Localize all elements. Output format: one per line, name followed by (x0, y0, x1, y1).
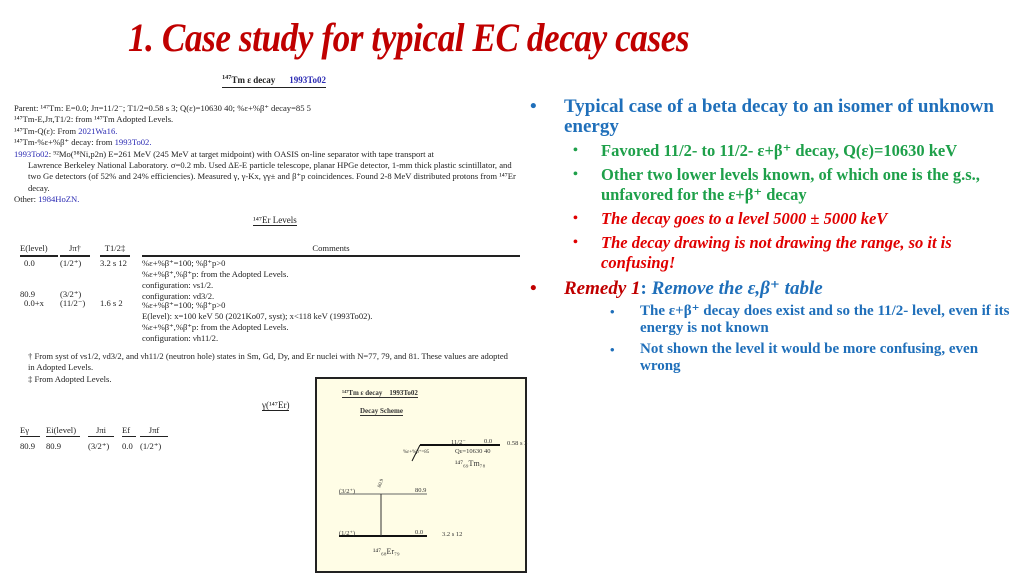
gamma-jpi-f: (1/2⁺) (140, 441, 162, 451)
bullet-text: Favored 11/2- to 11/2- ε+β⁺ decay, Q(ε)=… (601, 141, 958, 160)
bullet-text: Typical case of a beta decay to an isome… (564, 96, 994, 137)
bullet-text: The decay goes to a level 5000 ± 5000 ke… (601, 209, 888, 228)
level-thalf: 1.6 s 2 (100, 298, 123, 308)
remedy-label: Remedy 1 (564, 278, 641, 299)
gamma-jpi-i: (3/2⁺) (88, 441, 110, 451)
level-comment: %ε+%β⁺,%β⁺p: from the Adopted Levels. (142, 269, 289, 279)
bullet-text: The ε+β⁺ decay does exist and so the 11/… (640, 303, 1010, 336)
levels-title: ¹⁴⁷Er Levels (253, 215, 297, 226)
sub-bullet: • The decay goes to a level 5000 ± 5000 … (530, 209, 1010, 229)
bullet-icon: • (573, 167, 578, 182)
parent-line: Parent: ¹⁴⁷Tm: E=0.0; Jπ=11/2⁻; T1/2=0.5… (14, 103, 311, 113)
gamma-energy: 80.9 (20, 441, 36, 451)
reference-text: Lawrence Berkeley National Laboratory. σ… (28, 160, 516, 193)
level-comment: %ε+%β⁺=100; %β⁺p>0 (142, 300, 226, 310)
dataset-ref-link[interactable]: 1993To02 (289, 75, 326, 85)
parent-line: ¹⁴⁷Tm-Q(ε): From 2021Wa16. (14, 125, 118, 136)
q-value: Qε=10630 40 (455, 448, 491, 455)
level-jpi: (1/2⁺) (60, 258, 82, 268)
bullet-icon: • (610, 342, 615, 357)
scheme-lines (339, 444, 500, 537)
bullet-icon: • (573, 143, 578, 158)
level-comment: %ε+%β⁺=100; %β⁺p>0 (142, 258, 226, 268)
level-comment: E(level): x=100 keV 50 (2021Ko07, syst);… (142, 311, 373, 321)
q-ref-link[interactable]: 2021Wa16. (78, 126, 117, 136)
col-jpi: Jπ† (60, 243, 90, 257)
parent-info: Parent: ¹⁴⁷Tm: E=0.0; Jπ=11/2⁻; T1/2=0.5… (14, 103, 519, 206)
col-jpi-i: Jπi (88, 425, 114, 438)
parent-halflife: 0.58 s 3 (507, 440, 528, 447)
parent-line: ¹⁴⁷Tm-E,Jπ,T1/2: from ¹⁴⁷Tm Adopted Leve… (14, 114, 174, 125)
level-energy: 0.0 (415, 529, 424, 536)
daughter-nuclide: ¹⁴⁷₆₈Er₇₉ (373, 547, 400, 556)
bullet-icon: • (530, 96, 537, 117)
level-thalf: 3.2 s 12 (100, 258, 127, 268)
col-elevel: E(level) (20, 243, 58, 257)
bullet-icon: • (530, 278, 537, 299)
level-comment: %ε+%β⁺,%β⁺p: from the Adopted Levels. (142, 322, 289, 332)
sub-bullet: • The decay drawing is not drawing the r… (530, 233, 1010, 273)
bullet-panel: • Typical case of a beta decay to an iso… (530, 97, 1010, 379)
remedy-sub-bullet: • The ε+β⁺ decay does exist and so the 1… (530, 303, 1010, 337)
bullet-icon: • (573, 211, 578, 226)
level-comment: configuration: νh11/2. (142, 333, 219, 343)
remedy-sub-bullet: • Not shown the level it would be more c… (530, 341, 1010, 375)
other-ref-link[interactable]: 1984HoZN. (38, 194, 79, 204)
level-comment: configuration: νs1/2. (142, 280, 214, 290)
level-energy: 0.0+x (24, 298, 44, 308)
sub-bullet: • Favored 11/2- to 11/2- ε+β⁺ decay, Q(ε… (530, 141, 1010, 161)
bullet-text: Not shown the level it would be more con… (640, 341, 979, 374)
level-jpi: (3/2⁺) (339, 488, 356, 495)
parent-jpi: 11/2⁻ (451, 439, 466, 446)
slide-title: 1. Case study for typical EC decay cases (128, 15, 690, 60)
bullet-text: The decay drawing is not drawing the ran… (601, 233, 952, 272)
remedy-text: Remove the ε,β⁺ table (651, 278, 823, 299)
branch-label: %ε+%β⁺=85 (403, 450, 430, 455)
level-jpi: (1/2⁺) (339, 530, 356, 537)
parent-nuclide: ¹⁴⁷₆₉Tm₇₈ (455, 459, 486, 468)
dataset-header: 147Tm ε decay 1993To02 (222, 74, 326, 88)
col-thalf: T1/2‡ (100, 243, 130, 257)
col-egamma: Eγ (20, 425, 40, 438)
bullet-icon: • (573, 235, 578, 250)
reference-line: 1993To02: ⁹²Mo(⁵⁸Ni,p2n) E=261 MeV (245 … (14, 148, 434, 159)
col-ei: Ei(level) (46, 425, 80, 438)
bullet-main: • Typical case of a beta decay to an iso… (530, 97, 1010, 137)
dataset-label: Tm ε decay (231, 75, 276, 85)
sub-bullet: • Other two lower levels known, of which… (530, 165, 1010, 205)
ref-link[interactable]: 1993To02 (14, 149, 49, 159)
col-ef: Ef (122, 425, 136, 438)
col-jpi-f: Jπf (140, 425, 168, 438)
decay-scheme-figure: ¹⁴⁷Tm ε decay 1993To02 Decay Scheme 11/2… (315, 377, 527, 573)
col-comments: Comments (142, 243, 520, 257)
bullet-remedy: • Remedy 1: Remove the ε,β⁺ table (530, 278, 823, 299)
level-halflife: 3.2 s 12 (442, 531, 463, 538)
footnote: † From syst of νs1/2, νd3/2, and νh11/2 … (28, 351, 508, 373)
decay-ref-link[interactable]: 1993To02. (115, 137, 152, 147)
gamma-ei: 80.9 (46, 441, 62, 451)
other-line: Other: 1984HoZN. (14, 194, 80, 205)
bullet-icon: • (610, 304, 615, 319)
parent-energy: 0.0 (484, 438, 493, 445)
bullet-text: Other two lower levels known, of which o… (601, 165, 980, 204)
gamma-title: γ(¹⁴⁷Er) (262, 400, 290, 411)
parent-line: ¹⁴⁷Tm-%ε+%β⁺ decay: from 1993To02. (14, 137, 152, 148)
level-energy: 0.0 (24, 258, 35, 268)
gamma-ef: 0.0 (122, 441, 133, 451)
level-jpi: (11/2⁻) (60, 298, 86, 308)
level-energy: 80.9 (415, 487, 427, 494)
